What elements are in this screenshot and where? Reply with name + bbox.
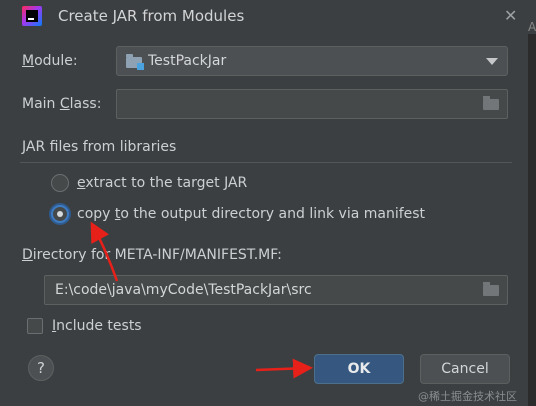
annotation-arrow-copy (90, 221, 119, 282)
annotation-arrow-ok (255, 358, 313, 379)
annotation-arrows (90, 221, 313, 379)
watermark: @稀土掘金技术社区 (418, 390, 517, 403)
